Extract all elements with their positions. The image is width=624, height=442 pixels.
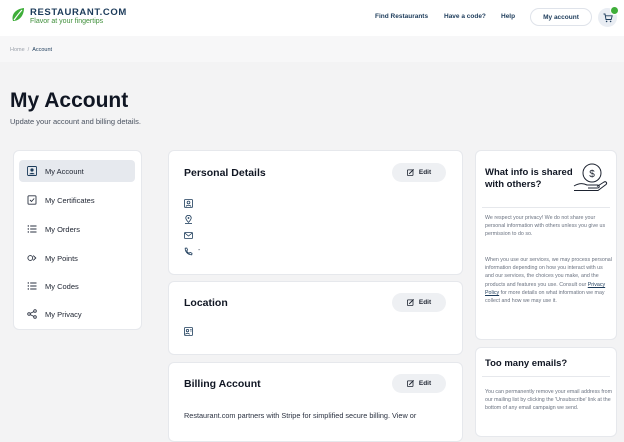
info-divider — [482, 207, 610, 208]
cart-badge — [610, 6, 619, 15]
sidebar-item-label: My Privacy — [45, 309, 82, 319]
leaf-logo-icon — [12, 8, 24, 21]
address-card-icon — [184, 327, 193, 336]
breadcrumb-bar: Home / Account — [0, 36, 624, 62]
account-icon — [27, 166, 37, 176]
breadcrumb-home[interactable]: Home — [10, 47, 25, 53]
sidebar-item-label: My Points — [45, 253, 78, 263]
breadcrumb-separator: / — [27, 47, 30, 53]
phone-value: - — [198, 247, 201, 254]
too-many-emails-text: You can permanently remove your email ad… — [485, 389, 612, 412]
info-shared-title: What info is shared with others? — [485, 167, 573, 191]
sidebar-item-my-certificates[interactable]: My Certificates — [19, 189, 135, 211]
nav-find-restaurants[interactable]: Find Restaurants — [375, 13, 428, 20]
location-title: Location — [184, 297, 228, 309]
sidebar-item-my-account[interactable]: My Account — [19, 160, 135, 182]
breadcrumb-current: Account — [32, 47, 53, 53]
sidebar-item-my-points[interactable]: My Points — [19, 247, 135, 269]
personal-details-card: Personal Details Edit - — [168, 150, 463, 275]
cart-button[interactable] — [598, 6, 619, 27]
hand-coin-icon: $ — [573, 163, 608, 191]
billing-account-title: Billing Account — [184, 378, 261, 390]
share-icon — [27, 309, 37, 319]
person-icon — [184, 199, 193, 208]
my-account-button[interactable]: My account — [530, 8, 592, 26]
emails-divider — [482, 376, 610, 377]
mail-icon — [184, 231, 193, 240]
info-shared-card: What info is shared with others? $ We re… — [475, 150, 617, 340]
brand-name[interactable]: RESTAURANT.COM — [30, 7, 127, 18]
breadcrumb: Home / Account — [10, 47, 52, 53]
too-many-emails-title: Too many emails? — [485, 358, 568, 369]
brand-tagline: Flavor at your fingertips — [30, 18, 104, 25]
points-icon — [27, 253, 37, 263]
info-shared-title-line2: with others? — [485, 179, 542, 190]
billing-account-card: Billing Account Edit Restaurant.com part… — [168, 362, 463, 442]
edit-label: Edit — [418, 380, 432, 387]
billing-description: Restaurant.com partners with Stripe for … — [184, 411, 417, 420]
personal-details-title: Personal Details — [184, 167, 266, 179]
too-many-emails-card: Too many emails? You can permanently rem… — [475, 347, 617, 437]
sidebar-item-label: My Account — [45, 166, 84, 176]
edit-label: Edit — [418, 169, 432, 176]
sidebar-item-my-privacy[interactable]: My Privacy — [19, 303, 135, 325]
sidebar-item-label: My Codes — [45, 281, 79, 291]
edit-label: Edit — [418, 299, 432, 306]
phone-icon — [184, 247, 193, 256]
page-subtitle: Update your account and billing details. — [10, 117, 141, 126]
info-shared-paragraph-2: When you use our services, we may proces… — [485, 256, 613, 305]
billing-edit-button[interactable]: Edit — [392, 374, 446, 393]
info-shared-title-line1: What info is shared — [485, 167, 573, 178]
svg-text:$: $ — [589, 169, 595, 180]
edit-icon — [406, 299, 414, 306]
page-title: My Account — [10, 89, 129, 112]
account-sidebar: My Account My Certificates My Orders My … — [13, 150, 142, 330]
nav-help[interactable]: Help — [501, 13, 515, 20]
personal-details-edit-button[interactable]: Edit — [392, 163, 446, 182]
top-navigation-bar: RESTAURANT.COM Flavor at your fingertips… — [0, 0, 624, 36]
location-pin-icon — [184, 215, 193, 224]
location-edit-button[interactable]: Edit — [392, 293, 446, 312]
sidebar-item-my-codes[interactable]: My Codes — [19, 275, 135, 297]
list-icon — [27, 224, 37, 234]
location-card: Location Edit — [168, 281, 463, 355]
nav-have-a-code[interactable]: Have a code? — [444, 13, 486, 20]
info-shared-paragraph-1: We respect your privacy! We do not share… — [485, 215, 606, 238]
sidebar-item-my-orders[interactable]: My Orders — [19, 218, 135, 240]
sidebar-item-label: My Orders — [45, 224, 81, 234]
info-shared-paragraph-2-end: for more details on what information we … — [485, 289, 605, 305]
edit-icon — [406, 380, 414, 387]
edit-icon — [406, 169, 414, 176]
sidebar-item-label: My Certificates — [45, 195, 95, 205]
certificate-icon — [27, 195, 37, 205]
list-icon — [27, 281, 37, 291]
